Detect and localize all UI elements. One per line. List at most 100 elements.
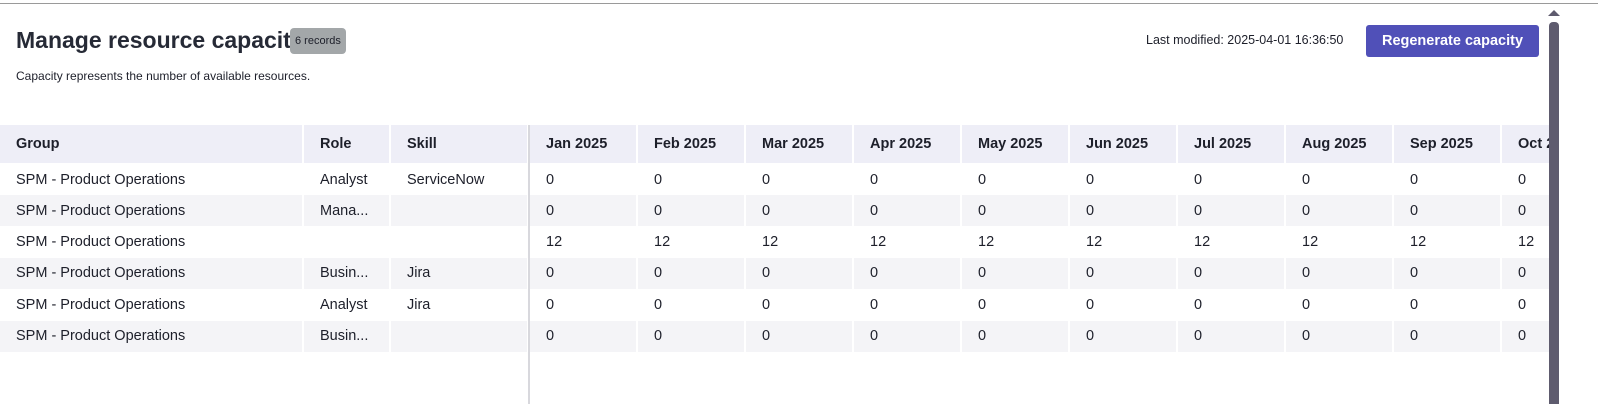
table-cell[interactable]: 0 xyxy=(1178,320,1286,352)
table-cell[interactable]: 0 xyxy=(962,320,1070,352)
column-header[interactable]: Skill xyxy=(391,125,529,163)
table-cell[interactable]: 12 xyxy=(1502,227,1550,258)
table-cell[interactable]: 0 xyxy=(746,257,854,289)
table-cell[interactable]: 0 xyxy=(1070,164,1178,195)
table-cell[interactable]: 12 xyxy=(1394,226,1502,258)
table-cell[interactable]: 0 xyxy=(530,164,638,195)
table-cell[interactable]: 0 xyxy=(962,195,1070,227)
column-header[interactable]: Jun 2025 xyxy=(1070,125,1178,163)
table-cell: Busin... xyxy=(304,257,391,289)
table-cell[interactable]: 0 xyxy=(1502,258,1550,289)
column-header[interactable]: Oct 2025 xyxy=(1502,125,1550,163)
table-cell xyxy=(391,226,529,258)
table-cell[interactable]: 0 xyxy=(1178,289,1286,321)
table-cell[interactable]: 0 xyxy=(1502,195,1550,226)
column-header[interactable]: Jan 2025 xyxy=(530,125,638,163)
column-header[interactable]: Apr 2025 xyxy=(854,125,962,163)
regenerate-capacity-button[interactable]: Regenerate capacity xyxy=(1366,25,1539,57)
table-cell: SPM - Product Operations xyxy=(0,226,304,258)
table-cell[interactable]: 0 xyxy=(962,289,1070,321)
table-row: SPM - Product Operations Analyst Jira 0 0 0 0 0… xyxy=(0,289,1550,321)
table-cell[interactable]: 0 xyxy=(1394,195,1502,227)
table-cell[interactable]: 0 xyxy=(1070,289,1178,321)
column-header[interactable]: Feb 2025 xyxy=(638,125,746,163)
table-cell[interactable]: 0 xyxy=(638,164,746,195)
table-cell[interactable]: 0 xyxy=(854,164,962,195)
table-cell[interactable]: 12 xyxy=(1178,226,1286,258)
table-cell[interactable]: 0 xyxy=(746,320,854,352)
table-cell: Jira xyxy=(391,289,529,321)
top-border xyxy=(0,3,1598,4)
table-cell xyxy=(391,320,529,352)
scroll-up-arrow-icon[interactable] xyxy=(1548,10,1560,16)
table-cell[interactable]: 0 xyxy=(1286,320,1394,352)
table-cell[interactable]: 0 xyxy=(1502,164,1550,195)
table-cell[interactable]: 0 xyxy=(746,195,854,227)
column-header[interactable]: Sep 2025 xyxy=(1394,125,1502,163)
table-cell[interactable]: 0 xyxy=(530,257,638,289)
table-cell: SPM - Product Operations xyxy=(0,164,304,195)
table-cell xyxy=(391,195,529,227)
table-cell[interactable]: 0 xyxy=(854,320,962,352)
table-cell[interactable]: 0 xyxy=(854,257,962,289)
column-header[interactable]: Role xyxy=(304,125,391,163)
column-header[interactable]: Jul 2025 xyxy=(1178,125,1286,163)
table-cell[interactable]: 0 xyxy=(1178,257,1286,289)
table-cell[interactable]: 12 xyxy=(530,226,638,258)
table-cell[interactable]: 0 xyxy=(638,289,746,321)
table-cell[interactable]: 0 xyxy=(1394,320,1502,352)
last-modified-text: Last modified: 2025-04-01 16:36:50 xyxy=(1146,33,1344,47)
table-cell: SPM - Product Operations xyxy=(0,195,304,227)
table-cell[interactable]: 0 xyxy=(1286,195,1394,227)
table-cell[interactable]: 0 xyxy=(638,320,746,352)
table-cell[interactable]: 12 xyxy=(746,226,854,258)
table-cell[interactable]: 0 xyxy=(1286,257,1394,289)
table-cell[interactable]: 12 xyxy=(1286,226,1394,258)
table-cell[interactable]: 0 xyxy=(1178,195,1286,227)
column-header[interactable]: Group xyxy=(0,125,304,163)
table-row: SPM - Product Operations Busin... Jira 0 0 0 0… xyxy=(0,257,1550,289)
table-cell: Jira xyxy=(391,257,529,289)
table-cell[interactable]: 0 xyxy=(1286,164,1394,195)
table-cell: Analyst xyxy=(304,289,391,321)
table-cell[interactable]: 12 xyxy=(854,226,962,258)
table-cell[interactable]: 0 xyxy=(1394,289,1502,321)
table-cell[interactable]: 0 xyxy=(1394,257,1502,289)
table-cell[interactable]: 0 xyxy=(854,289,962,321)
table-row: SPM - Product Operations Analyst ServiceNo… xyxy=(0,164,1550,195)
table-cell[interactable]: 0 xyxy=(746,289,854,321)
table-cell[interactable]: 12 xyxy=(962,226,1070,258)
capacity-table: Group Role Skill Jan 2025 Feb 2025 Mar 2025 Ap… xyxy=(0,125,1550,404)
table-cell[interactable]: 0 xyxy=(1394,164,1502,195)
column-header[interactable]: Mar 2025 xyxy=(746,125,854,163)
table-cell[interactable]: 0 xyxy=(530,320,638,352)
table-cell: SPM - Product Operations xyxy=(0,257,304,289)
table-cell[interactable]: 12 xyxy=(1070,226,1178,258)
column-header[interactable]: May 2025 xyxy=(962,125,1070,163)
frozen-column-divider[interactable] xyxy=(528,125,530,404)
column-header[interactable]: Aug 2025 xyxy=(1286,125,1394,163)
table-cell[interactable]: 0 xyxy=(1070,195,1178,227)
table-cell[interactable]: 0 xyxy=(746,164,854,195)
table-cell[interactable]: 0 xyxy=(1502,289,1550,320)
table-cell[interactable]: 0 xyxy=(530,289,638,321)
table-cell[interactable]: 0 xyxy=(1070,257,1178,289)
table-cell[interactable]: 0 xyxy=(638,195,746,227)
table-cell: Busin... xyxy=(304,320,391,352)
vertical-scrollbar[interactable] xyxy=(1549,22,1559,404)
table-cell xyxy=(304,226,391,258)
table-cell[interactable]: 0 xyxy=(1178,164,1286,195)
table-cell[interactable]: 0 xyxy=(530,195,638,227)
table-cell[interactable]: 0 xyxy=(962,164,1070,195)
table-cell[interactable]: 12 xyxy=(638,226,746,258)
table-cell[interactable]: 0 xyxy=(1070,320,1178,352)
table-row: SPM - Product Operations 12 12 12 12 12 12 12 12… xyxy=(0,226,1550,258)
record-count-badge: 6 records xyxy=(290,28,346,54)
table-cell[interactable]: 0 xyxy=(854,195,962,227)
table-cell[interactable]: 0 xyxy=(638,257,746,289)
table-cell[interactable]: 0 xyxy=(1286,289,1394,321)
table-cell[interactable]: 0 xyxy=(1502,321,1550,352)
page-title: Manage resource capacity xyxy=(16,27,304,53)
table-row: SPM - Product Operations Mana... 0 0 0 0 0 0 0 0 0… xyxy=(0,195,1550,227)
table-cell[interactable]: 0 xyxy=(962,257,1070,289)
